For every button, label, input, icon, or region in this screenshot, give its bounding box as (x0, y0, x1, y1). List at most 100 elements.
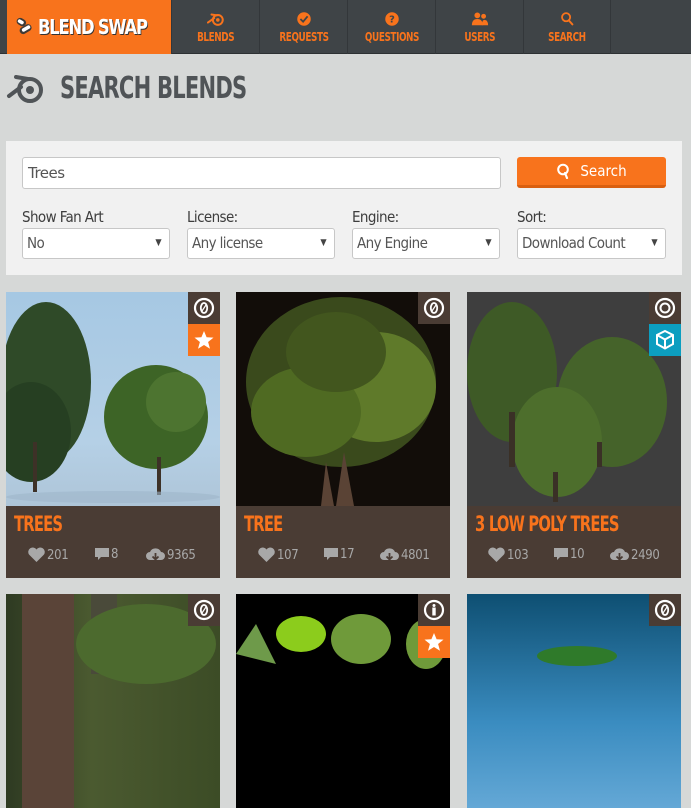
cc-by-icon (654, 297, 676, 319)
cc-zero-icon (193, 599, 215, 621)
comments-stat: 10 (553, 547, 585, 562)
heart-icon (488, 547, 505, 562)
blender-icon (7, 75, 43, 103)
license-select[interactable]: Any license ▼ (187, 228, 335, 259)
filter-fan-art: Show Fan Art No ▼ (22, 208, 170, 259)
thumbnail-image (22, 594, 216, 808)
blend-thumbnail[interactable] (236, 594, 450, 808)
cube-icon (656, 329, 674, 350)
comments-stat: 17 (323, 547, 355, 562)
nav-questions[interactable]: ? QUESTIONS (347, 0, 435, 54)
select-value: Any license (192, 234, 263, 252)
chevron-down-icon: ▼ (651, 238, 657, 248)
star-icon (424, 633, 444, 651)
filter-label: Sort: (517, 208, 547, 226)
thumbnail-image (246, 297, 436, 506)
top-navbar: BLEND SWAP BLENDS REQUESTS ? QUESTIONS U… (0, 0, 691, 54)
chevron-down-icon: ▼ (155, 238, 161, 248)
sort-select[interactable]: Download Count ▼ (517, 228, 666, 259)
license-badge[interactable] (649, 594, 681, 626)
cloud-download-icon (146, 548, 165, 561)
chevron-down-icon: ▼ (320, 238, 326, 248)
brand-logo-link[interactable]: BLEND SWAP (7, 0, 171, 54)
nav-label: QUESTIONS (364, 29, 419, 44)
brand-name: BLEND SWAP (38, 15, 148, 39)
blend-card[interactable]: TREE 107 17 4801 (236, 292, 450, 578)
search-panel: Trees Search Show Fan Art No ▼ License: … (6, 141, 682, 275)
fan-art-select[interactable]: No ▼ (22, 228, 170, 259)
blend-card[interactable]: 3 LOW POLY TREES 103 10 2490 (467, 292, 681, 578)
license-badge[interactable] (649, 292, 681, 324)
blend-thumbnail[interactable] (6, 292, 220, 506)
blendswap-logo-icon (16, 17, 32, 35)
cc-zero-icon (654, 599, 676, 621)
likes-stat: 103 (487, 547, 529, 563)
blend-card[interactable] (6, 594, 220, 808)
chevron-down-icon: ▼ (485, 238, 491, 248)
filter-sort: Sort: Download Count ▼ (517, 208, 666, 259)
svg-text:?: ? (389, 14, 395, 25)
search-button[interactable]: Search (517, 157, 666, 188)
filter-license: License: Any license ▼ (187, 208, 335, 259)
search-input[interactable]: Trees (22, 157, 501, 189)
license-badge[interactable] (188, 292, 220, 324)
check-circle-icon (296, 11, 311, 26)
nav-users[interactable]: USERS (435, 0, 523, 54)
downloads-stat: 9365 (145, 547, 196, 563)
page-title: SEARCH BLENDS (60, 70, 247, 106)
engine-select[interactable]: Any Engine ▼ (352, 228, 500, 259)
filter-label: License: (187, 208, 238, 226)
downloads-stat: 2490 (609, 547, 660, 563)
staff-pick-badge (418, 626, 450, 658)
cloud-download-icon (380, 548, 399, 561)
cc-zero-icon (193, 297, 215, 319)
filter-label: Engine: (352, 208, 399, 226)
comment-icon (324, 548, 338, 560)
star-icon (194, 331, 214, 349)
nav-label: USERS (464, 29, 495, 44)
comment-icon (554, 548, 568, 560)
heart-icon (258, 547, 275, 562)
blend-title[interactable]: TREE (244, 512, 283, 536)
license-badge[interactable] (418, 292, 450, 324)
cc-attribution-icon (423, 599, 445, 621)
blend-title[interactable]: TREES (14, 512, 63, 536)
cloud-download-icon (610, 548, 629, 561)
blend-card[interactable]: TREES 201 8 9365 (6, 292, 220, 578)
cc-zero-icon (423, 297, 445, 319)
select-value: Any Engine (357, 234, 428, 252)
blend-thumbnail[interactable] (236, 292, 450, 506)
thumbnail-image (537, 646, 617, 666)
license-badge[interactable] (188, 594, 220, 626)
likes-stat: 201 (27, 547, 69, 563)
select-value: Download Count (522, 234, 626, 252)
blend-card[interactable] (236, 594, 450, 808)
nav-label: REQUESTS (278, 29, 329, 44)
blend-stats: 201 8 9365 (6, 547, 220, 567)
blend-thumbnail[interactable] (467, 594, 681, 808)
blend-card[interactable] (467, 594, 681, 808)
license-badge[interactable] (418, 594, 450, 626)
select-value: No (27, 234, 45, 252)
heart-icon (28, 547, 45, 562)
blend-stats: 107 17 4801 (236, 547, 450, 567)
comments-stat: 8 (94, 547, 118, 562)
filter-engine: Engine: Any Engine ▼ (352, 208, 500, 259)
staff-pick-badge (188, 324, 220, 356)
nav-search[interactable]: SEARCH (523, 0, 611, 54)
nav-requests[interactable]: REQUESTS (259, 0, 347, 54)
comment-icon (95, 548, 109, 560)
question-circle-icon: ? (384, 11, 399, 26)
likes-stat: 107 (257, 547, 299, 563)
blend-thumbnail[interactable] (467, 292, 681, 506)
nav-label: BLENDS (196, 29, 235, 44)
nav-blends[interactable]: BLENDS (171, 0, 259, 54)
users-icon (471, 12, 488, 25)
page-header: SEARCH BLENDS (6, 70, 299, 106)
search-icon (561, 11, 574, 25)
search-button-label: Search (580, 162, 627, 180)
filter-label: Show Fan Art (22, 208, 104, 226)
blender-icon (206, 13, 224, 26)
blend-thumbnail[interactable] (6, 594, 220, 808)
blend-title[interactable]: 3 LOW POLY TREES (475, 512, 620, 536)
